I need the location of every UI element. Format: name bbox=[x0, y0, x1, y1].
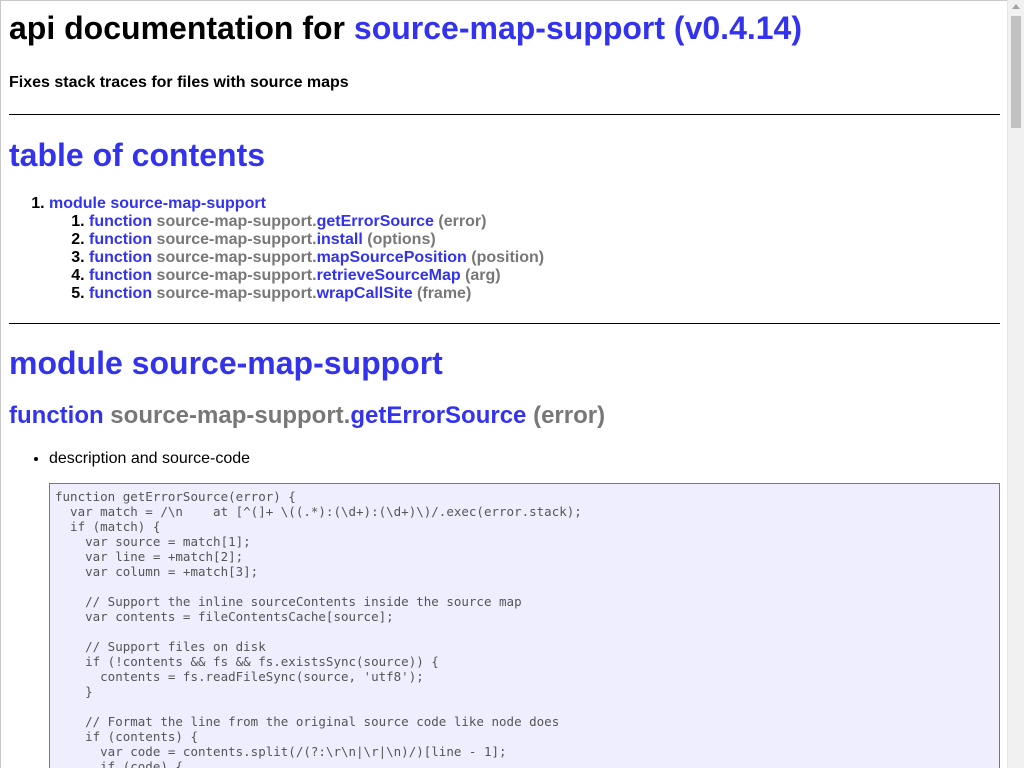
divider bbox=[9, 323, 1000, 324]
toc-function-keyword[interactable]: function bbox=[89, 231, 152, 248]
function-details-list: description and source-code bbox=[9, 450, 1000, 468]
toc-function-link-getErrorSource[interactable]: getErrorSource bbox=[317, 213, 434, 230]
toc-function-item: function source-map-support.getErrorSour… bbox=[89, 213, 1000, 231]
toc-module-item: module source-map-support function sourc… bbox=[49, 195, 1000, 303]
page-content: api documentation for source-map-support… bbox=[1, 10, 1007, 768]
module-heading: module source-map-support bbox=[9, 344, 1000, 382]
toc-function-link-retrieveSourceMap[interactable]: retrieveSourceMap bbox=[317, 267, 461, 284]
vertical-scrollbar[interactable] bbox=[1007, 0, 1024, 768]
toc-function-keyword[interactable]: function bbox=[89, 267, 152, 284]
toc-function-link-wrapCallSite[interactable]: wrapCallSite bbox=[317, 285, 413, 302]
toc-function-item: function source-map-support.mapSourcePos… bbox=[89, 249, 1000, 267]
package-title-link[interactable]: source-map-support (v0.4.14) bbox=[354, 10, 802, 46]
toc-function-item: function source-map-support.install (opt… bbox=[89, 231, 1000, 249]
toc-function-keyword[interactable]: function bbox=[89, 213, 152, 230]
toc-module-link[interactable]: module source-map-support bbox=[49, 195, 266, 212]
function-heading: function source-map-support.getErrorSour… bbox=[9, 402, 1000, 430]
divider bbox=[9, 114, 1000, 115]
toc-function-namespace: source-map-support. bbox=[156, 213, 317, 230]
toc-function-link-mapSourcePosition[interactable]: mapSourcePosition bbox=[317, 249, 467, 266]
toc-function-args: (error) bbox=[433, 213, 487, 230]
toc-function-args: (options) bbox=[362, 231, 436, 248]
document-viewport: api documentation for source-map-support… bbox=[0, 0, 1007, 768]
table-of-contents: module source-map-support function sourc… bbox=[9, 195, 1000, 303]
function-namespace: source-map-support. bbox=[103, 402, 351, 429]
function-args: (error) bbox=[526, 402, 606, 429]
function-name-link[interactable]: getErrorSource bbox=[350, 402, 526, 429]
toc-function-namespace: source-map-support. bbox=[156, 231, 317, 248]
toc-function-args: (position) bbox=[466, 249, 545, 266]
toc-function-namespace: source-map-support. bbox=[156, 285, 317, 302]
toc-function-link-install[interactable]: install bbox=[317, 231, 363, 248]
toc-function-keyword[interactable]: function bbox=[89, 285, 152, 302]
scroll-up-arrow-icon[interactable] bbox=[1012, 4, 1020, 9]
toc-function-namespace: source-map-support. bbox=[156, 267, 317, 284]
package-description: Fixes stack traces for files with source… bbox=[9, 74, 349, 91]
toc-function-args: (frame) bbox=[412, 285, 472, 302]
toc-function-args: (arg) bbox=[460, 267, 501, 284]
toc-function-item: function source-map-support.retrieveSour… bbox=[89, 267, 1000, 285]
scrollbar-thumb[interactable] bbox=[1011, 16, 1021, 128]
source-code-block: function getErrorSource(error) { var mat… bbox=[49, 483, 1000, 768]
toc-function-list: function source-map-support.getErrorSour… bbox=[49, 213, 1000, 303]
page-title: api documentation for source-map-support… bbox=[9, 10, 1000, 46]
toc-function-keyword[interactable]: function bbox=[89, 249, 152, 266]
page-title-prefix: api documentation for bbox=[9, 10, 354, 46]
toc-heading: table of contents bbox=[9, 137, 266, 173]
toc-function-namespace: source-map-support. bbox=[156, 249, 317, 266]
module-heading-link[interactable]: module source-map-support bbox=[9, 345, 443, 381]
function-keyword[interactable]: function bbox=[9, 402, 104, 429]
description-item: description and source-code bbox=[49, 450, 1000, 468]
toc-function-item: function source-map-support.wrapCallSite… bbox=[89, 285, 1000, 303]
